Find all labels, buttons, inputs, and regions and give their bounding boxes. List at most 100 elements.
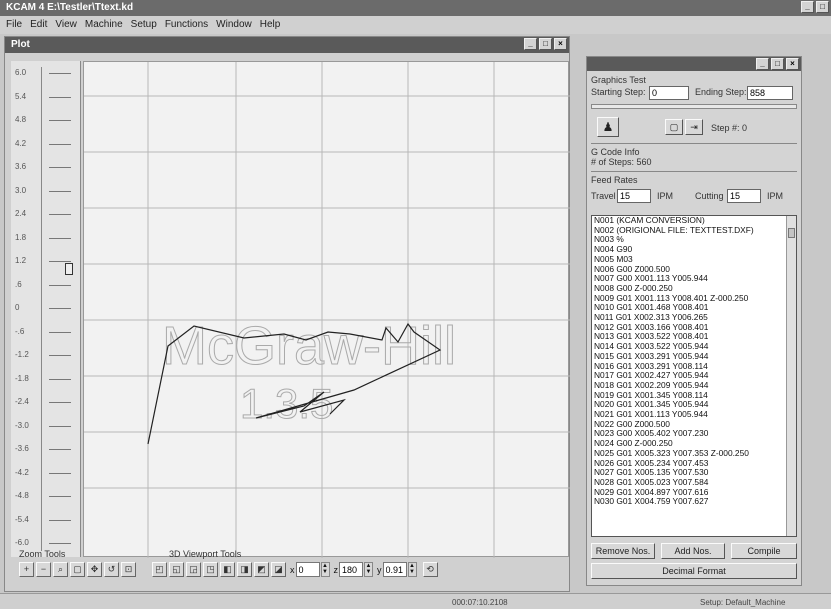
plot-close-button[interactable]: ×	[554, 38, 567, 50]
step-number-value: 0	[742, 123, 748, 133]
stop-button[interactable]: ▢	[665, 119, 683, 135]
menu-file[interactable]: File	[6, 19, 22, 31]
view-front-icon[interactable]: ◱	[169, 562, 184, 577]
z-depth-slider-handle[interactable]	[65, 263, 73, 275]
cutting-feed-input[interactable]	[727, 189, 761, 203]
zoom-out-icon[interactable]: −	[36, 562, 51, 577]
z-depth-ruler: 6.0 5.4 4.8 4.2 3.6 3.0 2.4 1.8 1.2 .6 0 -.6 -1.2 -1.…	[11, 61, 81, 557]
decimal-format-button[interactable]: Decimal Format	[591, 563, 797, 579]
ruler-tick-label: -.6	[15, 326, 25, 336]
zoom-extents-icon[interactable]: ⊡	[121, 562, 136, 577]
panel-minimize-button[interactable]: _	[756, 58, 769, 70]
app-title-bar: KCAM 4 E:\Testler\Ttext.kd _ □	[0, 0, 831, 16]
starting-step-label: Starting Step:	[591, 87, 646, 97]
remove-nos-button[interactable]: Remove Nos.	[591, 543, 655, 559]
ruler-tick-mark	[49, 237, 71, 239]
view-iso4-icon[interactable]: ◩	[254, 562, 269, 577]
ruler-tick-mark	[49, 355, 71, 356]
view-side-icon[interactable]: ◲	[186, 562, 201, 577]
ruler-tick-mark	[49, 449, 71, 450]
ruler-tick-label: 0	[15, 303, 20, 312]
divider	[591, 143, 797, 144]
ruler-tick-label: -3.6	[15, 444, 29, 453]
view-iso2-icon[interactable]: ◧	[220, 562, 235, 577]
gcode-line[interactable]: N030 G01 X004.759 Y007.627	[592, 497, 796, 507]
scroll-thumb[interactable]	[788, 228, 795, 238]
ruler-tick-mark	[49, 96, 71, 98]
y-rotation-input[interactable]	[382, 562, 407, 577]
z-rotation-spinner: z▲▼	[334, 562, 373, 577]
feed-rates-title: Feed Rates	[591, 175, 638, 185]
run-graphics-button[interactable]: ♟	[597, 117, 619, 137]
reset-view-icon[interactable]: ⟲	[422, 562, 438, 577]
ending-step-input[interactable]	[747, 86, 793, 100]
ruler-tick-label: -4.2	[15, 467, 29, 477]
zoom-tools-label: Zoom Tools	[19, 549, 66, 559]
viewport-tools-label: 3D Viewport Tools	[169, 549, 242, 559]
y-rotation-spinner: y▲▼	[377, 562, 417, 577]
menu-machine[interactable]: Machine	[85, 19, 123, 31]
ruler-tick-mark	[49, 425, 71, 427]
zoom-window-icon[interactable]: ⌕	[53, 562, 68, 577]
graphics-test-title: Graphics Test	[591, 75, 646, 85]
ruler-tick-mark	[49, 73, 71, 74]
ruler-tick-mark	[49, 167, 71, 168]
gcode-panel: _ □ × Graphics Test Starting Step: Endin…	[586, 56, 802, 586]
gcode-listbox[interactable]: N001 (KCAM CONVERSION) N002 (ORIGIONAL FI…	[591, 215, 797, 537]
starting-step-input[interactable]	[649, 86, 689, 100]
outline-text-watermark: McGraw-Hill	[162, 316, 456, 376]
view-top-icon[interactable]: ◰	[152, 562, 167, 577]
add-nos-button[interactable]: Add Nos.	[661, 543, 725, 559]
pan-icon[interactable]: ✥	[87, 562, 102, 577]
tool-labels: Zoom Tools 3D Viewport Tools	[19, 549, 499, 559]
menu-functions[interactable]: Functions	[165, 19, 208, 31]
ruler-tick-label: 3.6	[15, 162, 27, 171]
ruler-tick-mark	[49, 519, 71, 521]
plot-graphics: McGraw-Hill 1.3.5	[84, 62, 570, 558]
plot-canvas[interactable]: McGraw-Hill 1.3.5	[83, 61, 570, 558]
x-rotation-arrows[interactable]: ▲ ▼	[320, 562, 330, 577]
gcode-scrollbar[interactable]	[786, 216, 796, 536]
panel-maximize-button[interactable]: □	[771, 58, 784, 70]
steps-count-label: # of Steps: 560	[591, 157, 652, 167]
menu-window[interactable]: Window	[216, 19, 252, 31]
ruler-tick-label: 1.2	[15, 256, 27, 265]
maximize-app-button[interactable]: □	[816, 1, 829, 13]
minimize-app-button[interactable]: _	[801, 1, 814, 13]
ruler-tick-mark	[49, 284, 71, 286]
view-3d-icon[interactable]: ◪	[271, 562, 286, 577]
view-iso3-icon[interactable]: ◨	[237, 562, 252, 577]
plot-minimize-button[interactable]: _	[524, 38, 537, 50]
travel-feed-input[interactable]	[617, 189, 651, 203]
ruler-tick-mark	[49, 261, 71, 262]
redraw-icon[interactable]: ↺	[104, 562, 119, 577]
app-title: KCAM 4 E:\Testler\Ttext.kd	[6, 2, 134, 13]
ruler-tick-mark	[49, 308, 71, 309]
panel-close-button[interactable]: ×	[786, 58, 799, 70]
ruler-tick-label: 4.2	[15, 138, 27, 148]
menu-view[interactable]: View	[55, 19, 77, 31]
ruler-tick-label: 2.4	[15, 209, 27, 218]
zoom-fit-icon[interactable]: ▢	[70, 562, 85, 577]
view-iso-icon[interactable]: ◳	[203, 562, 218, 577]
plot-toolbar: + − ⌕ ▢ ✥ ↺ ⊡ ◰ ◱ ◲ ◳ ◧ ◨ ◩ ◪ x▲▼ z▲▼ y▲…	[19, 562, 438, 577]
z-rotation-input[interactable]	[339, 562, 363, 577]
step-button[interactable]: ⇥	[685, 119, 703, 135]
ruler-tick-label: .6	[15, 279, 22, 289]
compile-button[interactable]: Compile	[731, 543, 797, 559]
menu-edit[interactable]: Edit	[30, 19, 47, 31]
travel-label: Travel	[591, 191, 616, 201]
ruler-tick-label: 1.8	[15, 232, 27, 242]
y-rotation-arrows[interactable]: ▲ ▼	[407, 562, 417, 577]
zoom-in-icon[interactable]: +	[19, 562, 34, 577]
menu-setup[interactable]: Setup	[131, 19, 157, 31]
ruler-tick-label: -5.4	[15, 514, 29, 524]
x-rotation-input[interactable]	[295, 562, 320, 577]
menu-bar: File Edit View Machine Setup Functions W…	[0, 16, 831, 34]
ruler-tick-label: 4.8	[15, 115, 27, 124]
ruler-tick-label: -4.8	[15, 491, 29, 500]
ruler-tick-label: 3.0	[15, 185, 27, 195]
menu-help[interactable]: Help	[260, 19, 281, 31]
plot-maximize-button[interactable]: □	[539, 38, 552, 50]
z-rotation-arrows[interactable]: ▲ ▼	[364, 562, 373, 577]
